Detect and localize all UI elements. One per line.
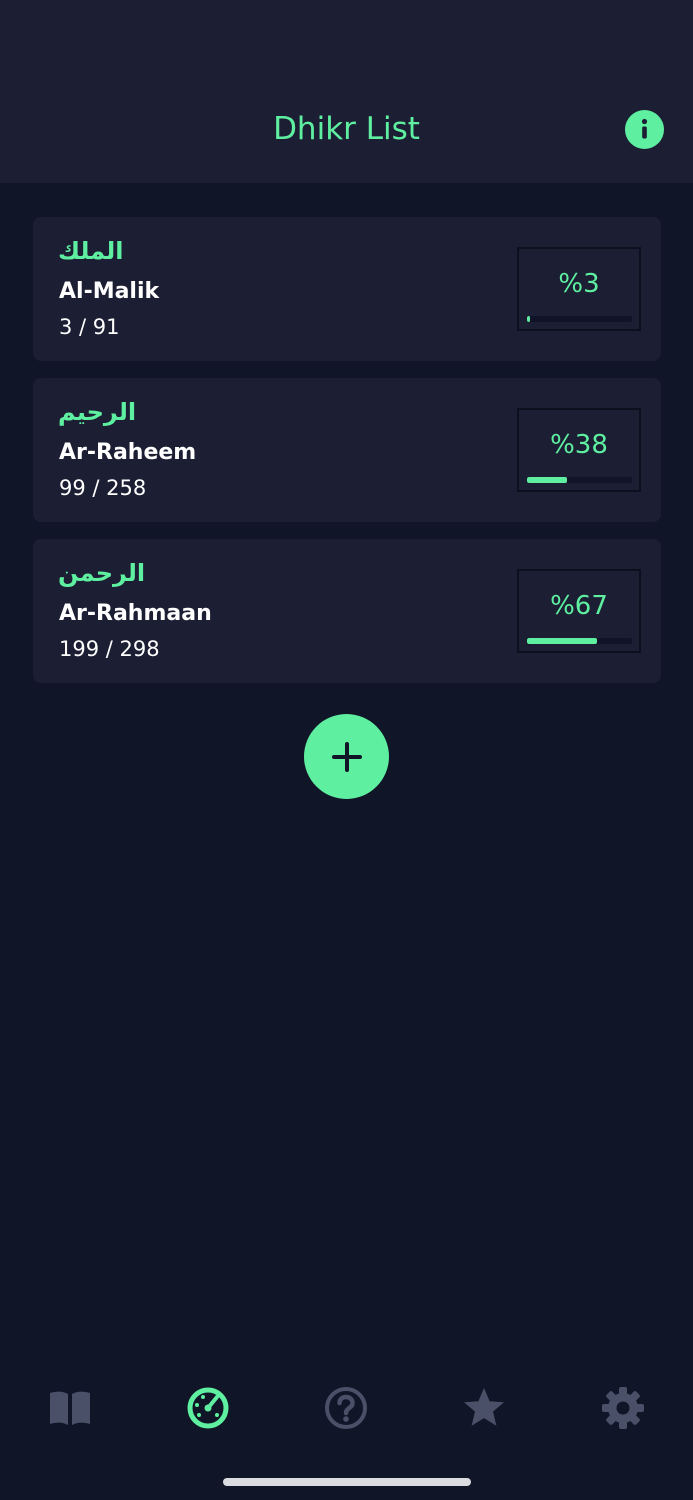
nav-item-settings[interactable]: [599, 1384, 647, 1432]
dhikr-arabic: الملك: [58, 237, 124, 265]
info-button[interactable]: [625, 110, 664, 149]
progress-track: [527, 316, 632, 322]
progress-fill: [527, 638, 598, 644]
dhikr-name: Ar-Raheem: [59, 440, 197, 465]
progress-box: %3: [517, 247, 641, 331]
nav-item-book[interactable]: [46, 1384, 94, 1432]
dhikr-name: Al-Malik: [59, 279, 160, 304]
dhikr-card[interactable]: الملك Al-Malik 3 / 91 %3: [33, 217, 661, 361]
dhikr-arabic: الرحمن: [58, 559, 146, 587]
progress-fill: [527, 477, 567, 483]
gauge-icon: [187, 1387, 229, 1429]
progress-box: %38: [517, 408, 641, 492]
book-icon: [50, 1391, 90, 1425]
progress-percent: %67: [550, 591, 608, 621]
progress-track: [527, 638, 632, 644]
nav-item-favorites[interactable]: [460, 1384, 508, 1432]
nav-item-help[interactable]: [322, 1384, 370, 1432]
gear-icon: [602, 1387, 644, 1429]
progress-percent: %38: [550, 430, 608, 460]
dhikr-arabic: الرحيم: [58, 398, 137, 426]
question-icon: [325, 1387, 367, 1429]
app-header: Dhikr List: [0, 0, 693, 183]
info-icon: [641, 118, 648, 139]
dhikr-name: Ar-Rahmaan: [59, 601, 212, 626]
bottom-nav: [0, 1370, 693, 1450]
home-indicator: [223, 1478, 471, 1486]
dhikr-count: 99 / 258: [59, 476, 147, 500]
page-title: Dhikr List: [273, 111, 420, 147]
progress-percent: %3: [558, 269, 600, 299]
star-icon: [464, 1388, 504, 1426]
dhikr-count: 3 / 91: [59, 315, 120, 339]
plus-icon: [331, 741, 362, 772]
dhikr-card[interactable]: الرحمن Ar-Rahmaan 199 / 298 %67: [33, 539, 661, 683]
dhikr-card[interactable]: الرحيم Ar-Raheem 99 / 258 %38: [33, 378, 661, 522]
progress-fill: [527, 316, 531, 322]
progress-box: %67: [517, 569, 641, 653]
dhikr-count: 199 / 298: [59, 637, 160, 661]
dhikr-list: الملك Al-Malik 3 / 91 %3 الرحيم Ar-Rahee…: [33, 217, 661, 700]
progress-track: [527, 477, 632, 483]
add-dhikr-button[interactable]: [304, 714, 389, 799]
nav-item-counter[interactable]: [184, 1384, 232, 1432]
